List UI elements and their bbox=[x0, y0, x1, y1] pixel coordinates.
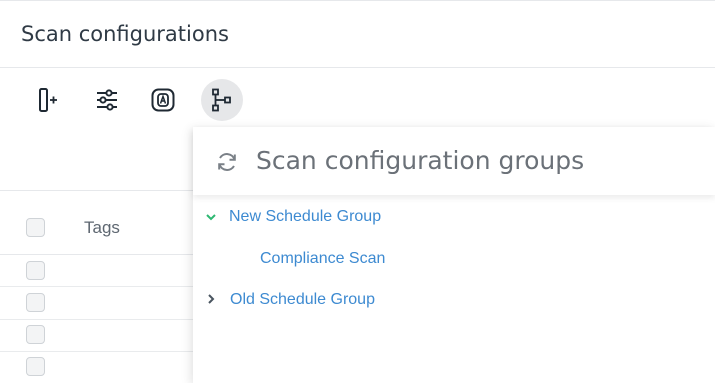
groups-hierarchy-button[interactable] bbox=[201, 79, 243, 121]
hierarchy-icon bbox=[212, 88, 231, 112]
auto-label-button[interactable] bbox=[142, 79, 184, 121]
row-checkbox[interactable] bbox=[26, 293, 45, 312]
column-add-icon bbox=[39, 88, 57, 112]
table-row-divider bbox=[0, 319, 193, 320]
filter-settings-button[interactable] bbox=[86, 79, 128, 121]
chevron-down-icon[interactable] bbox=[205, 211, 217, 223]
panel-header: Scan configuration groups bbox=[193, 127, 715, 195]
table-row-divider bbox=[0, 351, 193, 352]
row-checkbox[interactable] bbox=[26, 325, 45, 344]
tree-group-old-schedule[interactable]: Old Schedule Group bbox=[230, 291, 375, 309]
table-header-bottom-border bbox=[0, 254, 193, 255]
table-header-top-border bbox=[0, 190, 193, 191]
tree-group-new-schedule[interactable]: New Schedule Group bbox=[229, 208, 381, 226]
row-checkbox[interactable] bbox=[26, 357, 45, 376]
chevron-right-icon[interactable] bbox=[205, 293, 217, 305]
sliders-icon bbox=[97, 89, 117, 111]
panel-title: Scan configuration groups bbox=[256, 146, 585, 175]
table-row-divider bbox=[0, 286, 193, 287]
scan-config-groups-panel: Scan configuration groups New Schedule G… bbox=[193, 127, 715, 383]
row-checkbox[interactable] bbox=[26, 261, 45, 280]
page-title: Scan configurations bbox=[21, 22, 229, 46]
page-header: Scan configurations bbox=[0, 0, 715, 68]
letter-a-badge-icon bbox=[151, 88, 175, 112]
select-all-checkbox[interactable] bbox=[26, 218, 45, 237]
add-column-button[interactable] bbox=[27, 79, 69, 121]
column-header-tags[interactable]: Tags bbox=[84, 218, 120, 238]
tree-item-compliance-scan[interactable]: Compliance Scan bbox=[260, 250, 385, 268]
refresh-icon[interactable] bbox=[215, 150, 239, 174]
